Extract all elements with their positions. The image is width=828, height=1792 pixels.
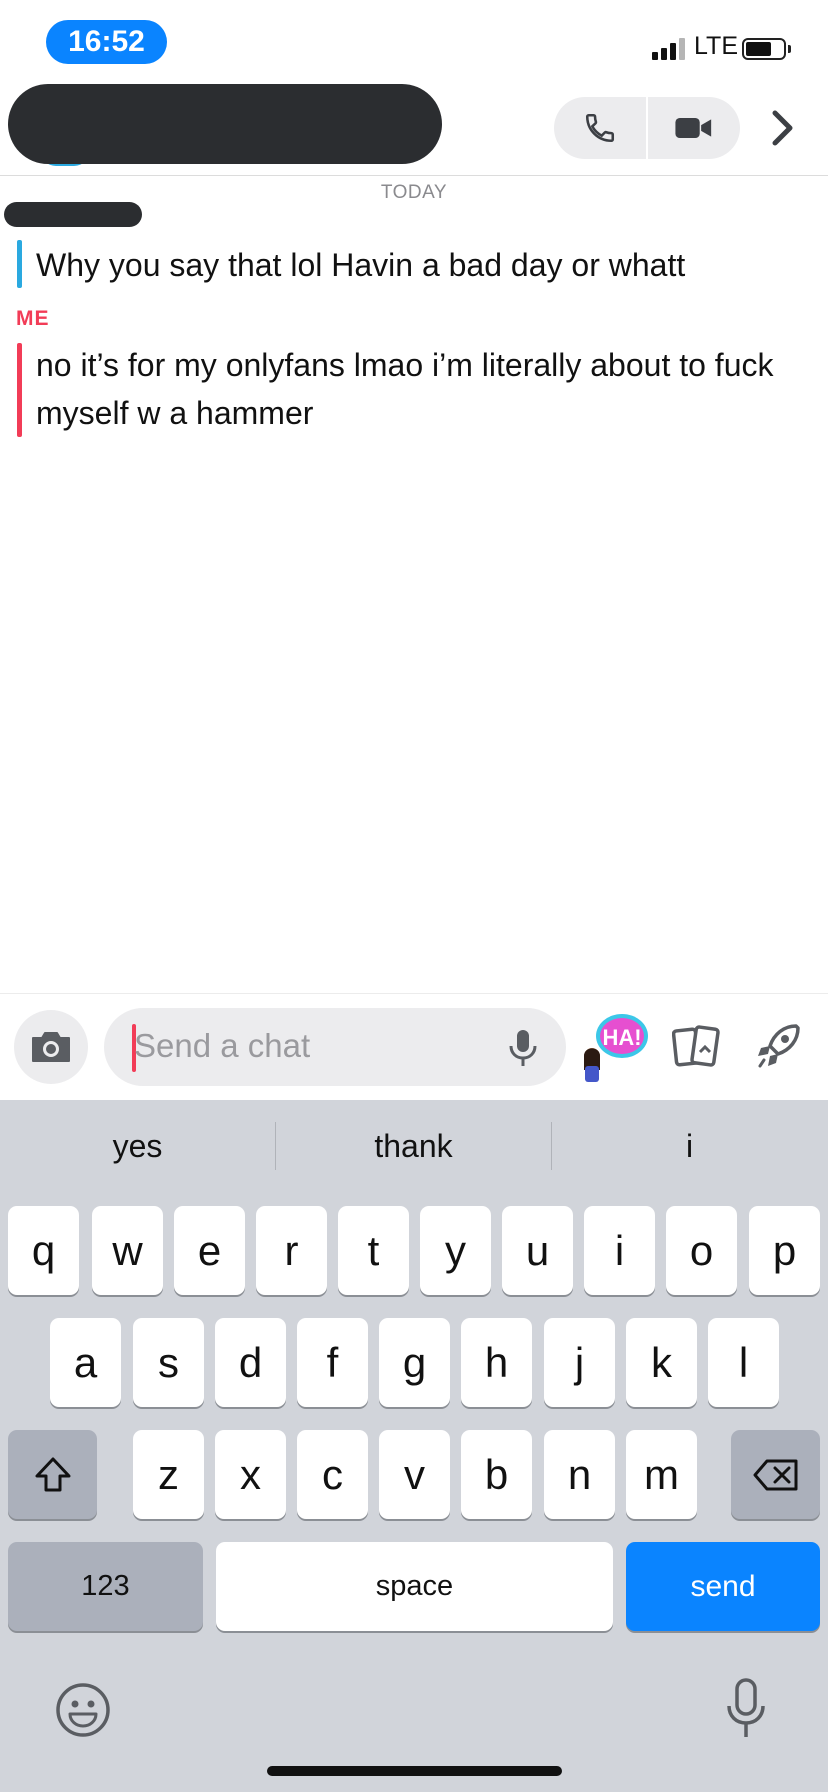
key-a[interactable]: a — [50, 1318, 121, 1407]
redacted-friend-name[interactable] — [8, 84, 442, 164]
send-key[interactable]: send — [626, 1542, 820, 1631]
bitmoji-button[interactable]: HA! — [578, 1010, 650, 1086]
shift-arrow-icon — [35, 1457, 70, 1491]
video-icon — [675, 118, 712, 138]
dictation-mic-icon — [727, 1678, 765, 1737]
shift-key[interactable] — [8, 1430, 97, 1519]
me-sender-label: ME — [16, 307, 50, 330]
key-d[interactable]: d — [215, 1318, 286, 1407]
video-call-button[interactable] — [648, 97, 740, 159]
chevron-right-icon[interactable] — [766, 106, 800, 150]
space-key[interactable]: space — [216, 1542, 613, 1631]
key-z[interactable]: z — [133, 1430, 204, 1519]
key-b[interactable]: b — [461, 1430, 532, 1519]
key-t[interactable]: t — [338, 1206, 409, 1295]
redacted-sender-label — [4, 202, 142, 227]
cellular-signal-icon — [652, 38, 685, 60]
key-k[interactable]: k — [626, 1318, 697, 1407]
status-time: 16:52 — [46, 20, 167, 64]
battery-tip — [788, 45, 791, 53]
suggestion-3[interactable]: i — [552, 1128, 827, 1165]
cards-icon — [671, 1025, 720, 1067]
chat-input-placeholder: Send a chat — [134, 1027, 311, 1064]
network-type: LTE — [694, 32, 738, 60]
date-divider: TODAY — [380, 182, 448, 203]
key-w[interactable]: w — [92, 1206, 163, 1295]
header-divider — [0, 175, 828, 176]
key-o[interactable]: o — [666, 1206, 737, 1295]
camera-button[interactable] — [14, 1010, 88, 1084]
bitmoji-icon: HA! — [584, 1014, 648, 1082]
key-u[interactable]: u — [502, 1206, 573, 1295]
key-l[interactable]: l — [708, 1318, 779, 1407]
camera-icon — [32, 1032, 70, 1062]
call-button-group — [554, 97, 740, 159]
key-i[interactable]: i — [584, 1206, 655, 1295]
key-j[interactable]: j — [544, 1318, 615, 1407]
key-c[interactable]: c — [297, 1430, 368, 1519]
friend-message-text[interactable]: Why you say that lol Havin a bad day or … — [36, 242, 806, 288]
rocket-icon — [758, 1024, 800, 1068]
key-p[interactable]: p — [749, 1206, 820, 1295]
emoji-icon — [56, 1683, 110, 1737]
my-message-text[interactable]: no it’s for my onlyfans lmao i’m literal… — [36, 341, 806, 437]
voice-note-mic-icon[interactable] — [506, 1028, 540, 1068]
key-f[interactable]: f — [297, 1318, 368, 1407]
stickers-button[interactable] — [671, 1024, 722, 1070]
key-v[interactable]: v — [379, 1430, 450, 1519]
bitmoji-text: HA! — [602, 1025, 641, 1050]
key-s[interactable]: s — [133, 1318, 204, 1407]
numbers-key[interactable]: 123 — [8, 1542, 203, 1631]
battery-icon — [742, 38, 786, 60]
home-indicator[interactable] — [267, 1766, 562, 1776]
key-h[interactable]: h — [461, 1318, 532, 1407]
backspace-key[interactable] — [731, 1430, 820, 1519]
suggestion-1[interactable]: yes — [0, 1128, 275, 1165]
key-r[interactable]: r — [256, 1206, 327, 1295]
composer-divider — [0, 993, 828, 994]
key-g[interactable]: g — [379, 1318, 450, 1407]
phone-icon — [585, 113, 615, 143]
key-x[interactable]: x — [215, 1430, 286, 1519]
key-m[interactable]: m — [626, 1430, 697, 1519]
emoji-button[interactable] — [54, 1681, 112, 1739]
dictation-button[interactable] — [726, 1678, 766, 1740]
key-y[interactable]: y — [420, 1206, 491, 1295]
voice-call-button[interactable] — [554, 97, 646, 159]
suggestion-2[interactable]: thank — [276, 1128, 551, 1165]
my-message-bar — [17, 343, 22, 437]
key-n[interactable]: n — [544, 1430, 615, 1519]
games-button[interactable] — [752, 1020, 804, 1072]
friend-message-bar — [17, 240, 22, 288]
backspace-icon — [753, 1459, 797, 1490]
key-e[interactable]: e — [174, 1206, 245, 1295]
key-q[interactable]: q — [8, 1206, 79, 1295]
